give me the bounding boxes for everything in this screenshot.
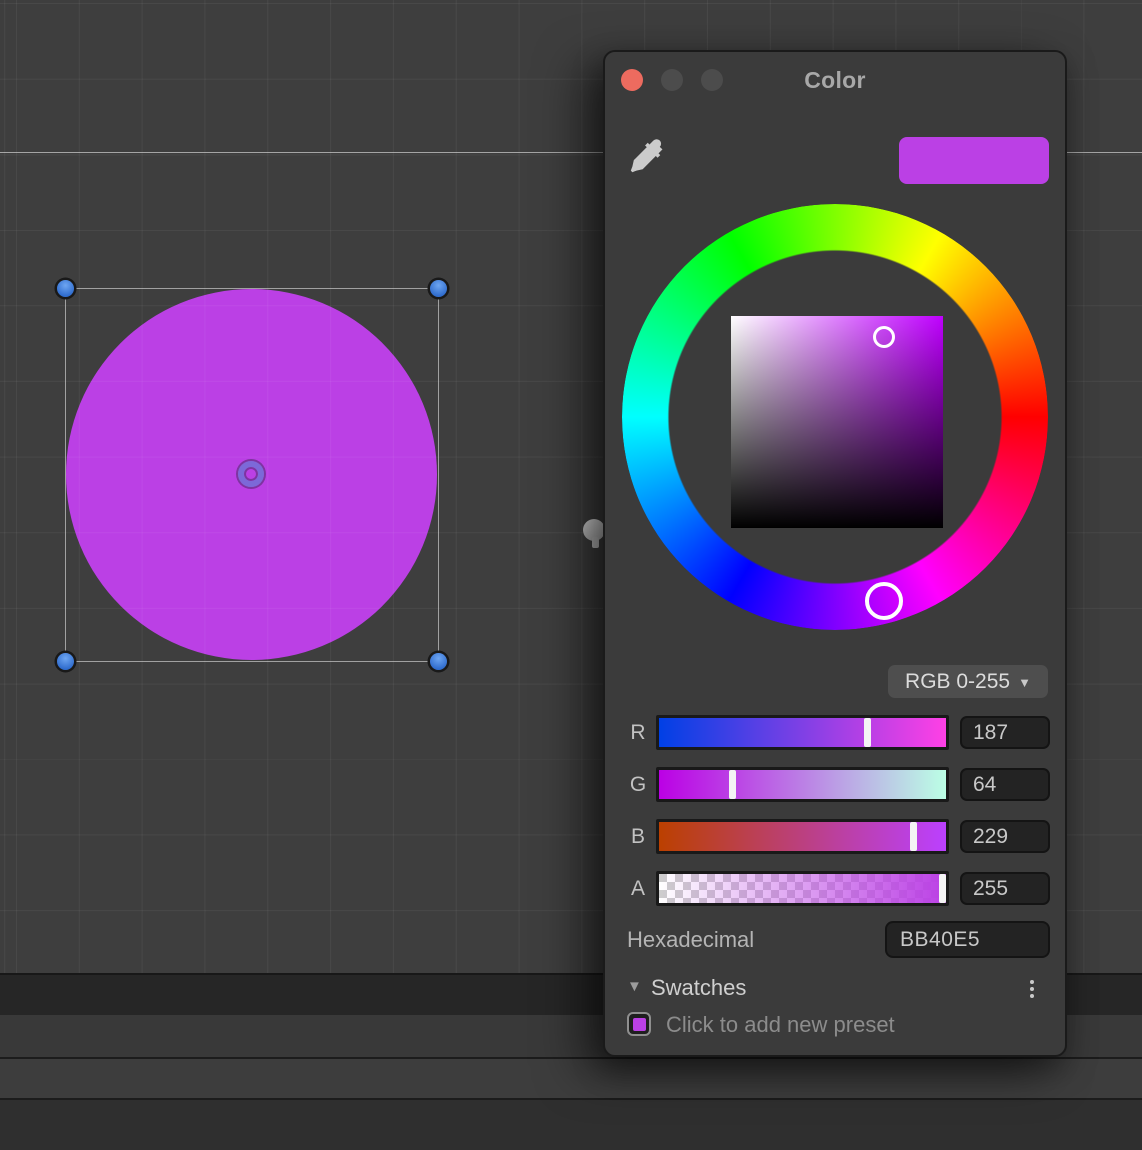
b-slider-track[interactable] [656,819,949,854]
slider-row-g: G 64 [605,767,1069,802]
add-preset-hint[interactable]: Click to add new preset [666,1012,895,1038]
color-preview [899,137,1049,184]
a-slider-handle[interactable] [939,874,946,903]
slider-row-r: R 187 [605,715,1069,750]
selection-handle-top-left[interactable] [57,280,74,297]
kebab-menu-icon[interactable] [1022,975,1042,1003]
selection-handle-bottom-left[interactable] [57,653,74,670]
a-value-field[interactable]: 255 [960,872,1050,905]
color-mode-dropdown[interactable]: RGB 0-255 ▼ [888,665,1048,698]
b-slider-gradient [659,822,946,851]
r-slider-track[interactable] [656,715,949,750]
pivot-handle[interactable] [238,461,264,487]
hue-indicator[interactable] [865,582,903,620]
a-slider-label: A [626,871,650,906]
sv-indicator[interactable] [873,326,895,348]
g-slider-handle[interactable] [729,770,736,799]
g-value-field[interactable]: 64 [960,768,1050,801]
toolbar-lower [0,1057,1142,1098]
g-slider-gradient [659,770,946,799]
r-slider-gradient [659,718,946,747]
splitter-knob[interactable] [583,519,605,541]
slider-row-b: B 229 [605,819,1069,854]
selection-handle-bottom-right[interactable] [430,653,447,670]
bottom-panel [0,1098,1142,1150]
window-title: Color [605,67,1065,94]
sv-square[interactable] [731,316,943,528]
preset-row: Click to add new preset [605,1010,1069,1040]
r-slider-label: R [626,715,650,750]
slider-row-a: A 255 [605,871,1069,906]
r-value-field[interactable]: 187 [960,716,1050,749]
editor-root: Color RGB 0-255 ▼ R 187 G [0,0,1142,1150]
foldout-triangle-icon[interactable]: ▼ [627,978,642,995]
preset-swatch-color [633,1018,646,1031]
selection-handle-top-right[interactable] [430,280,447,297]
eyedropper-icon[interactable] [627,138,665,176]
b-value-field[interactable]: 229 [960,820,1050,853]
g-slider-track[interactable] [656,767,949,802]
swatches-header: ▼ Swatches [605,975,1069,1003]
hexadecimal-label: Hexadecimal [627,927,754,953]
b-slider-handle[interactable] [910,822,917,851]
swatches-label[interactable]: Swatches [651,975,746,1001]
color-wheel[interactable] [622,204,1048,630]
chevron-down-icon: ▼ [1018,675,1031,690]
r-slider-handle[interactable] [864,718,871,747]
a-slider-gradient [659,874,946,903]
b-slider-label: B [626,819,650,854]
color-mode-label: RGB 0-255 [905,670,1010,694]
a-slider-track[interactable] [656,871,949,906]
g-slider-label: G [626,767,650,802]
add-preset-button[interactable] [627,1012,651,1036]
hexadecimal-field[interactable]: BB40E5 [885,921,1050,958]
color-window: Color RGB 0-255 ▼ R 187 G [603,50,1067,1057]
